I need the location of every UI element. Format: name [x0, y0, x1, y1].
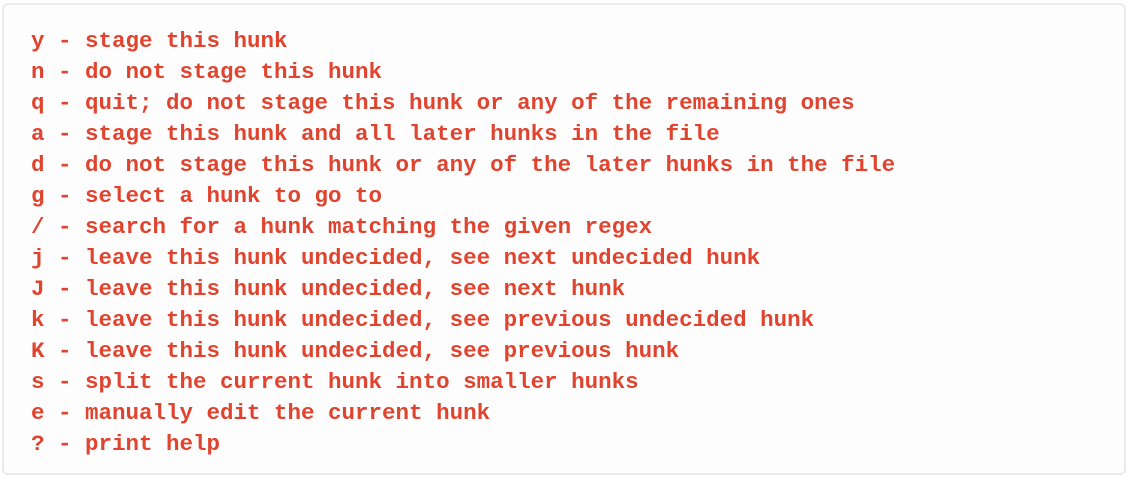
help-line-slash: / - search for a hunk matching the given… [31, 214, 653, 240]
help-line-J: J - leave this hunk undecided, see next … [31, 276, 626, 302]
help-line-q: q - quit; do not stage this hunk or any … [31, 90, 855, 116]
help-line-d: d - do not stage this hunk or any of the… [31, 152, 896, 178]
help-line-K: K - leave this hunk undecided, see previ… [31, 338, 680, 364]
help-line-e: e - manually edit the current hunk [31, 400, 491, 426]
help-line-j: j - leave this hunk undecided, see next … [31, 245, 761, 271]
help-line-a: a - stage this hunk and all later hunks … [31, 121, 720, 147]
help-line-question: ? - print help [31, 431, 221, 457]
help-line-k: k - leave this hunk undecided, see previ… [31, 307, 815, 333]
help-line-s: s - split the current hunk into smaller … [31, 369, 639, 395]
help-line-n: n - do not stage this hunk [31, 59, 383, 85]
help-line-y: y - stage this hunk [31, 28, 288, 54]
help-line-g: g - select a hunk to go to [31, 183, 383, 209]
code-panel: y - stage this hunk n - do not stage this… [2, 3, 1126, 475]
help-text-block: y - stage this hunk n - do not stage this… [4, 5, 1124, 460]
